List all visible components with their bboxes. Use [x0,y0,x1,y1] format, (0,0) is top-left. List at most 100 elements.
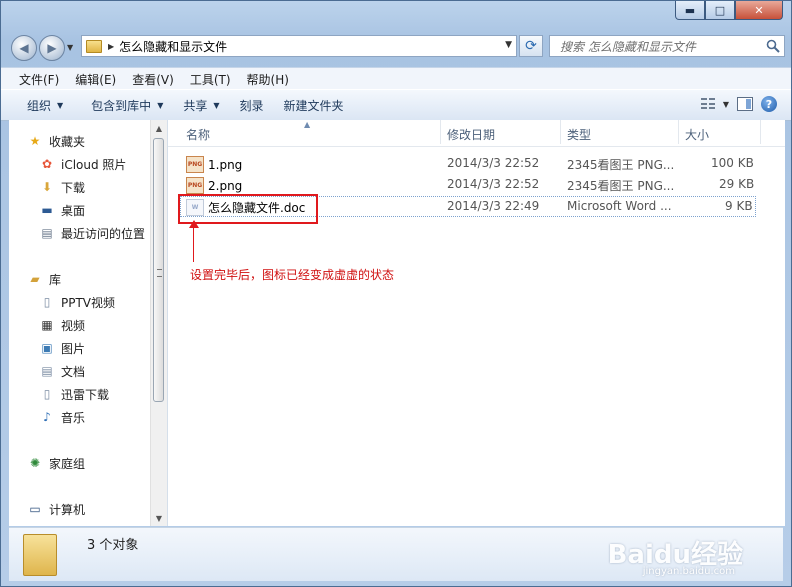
address-bar[interactable]: ▶ 怎么隐藏和显示文件 ▼ [81,35,517,57]
status-item-count: 3 个对象 [87,538,139,553]
share-label: 共享 [183,98,208,113]
preview-pane-icon[interactable] [737,97,753,111]
file-name-cell[interactable]: PNG 2.png [186,177,242,194]
menu-edit[interactable]: 编辑(E) [67,71,124,88]
organize-label: 组织 [27,98,52,113]
nav-libraries-label: 库 [49,272,62,287]
file-size: 29 KB [719,177,755,191]
column-date[interactable]: 修改日期 [447,126,495,143]
nav-libraries[interactable]: ▰ 库 [27,269,61,289]
nav-thunder-downloads-label: 迅雷下载 [61,387,110,402]
icloud-photos-icon: ✿ [41,157,53,171]
address-dropdown-icon[interactable]: ▼ [505,40,512,50]
column-name[interactable]: 名称 [186,126,210,143]
chevron-down-icon[interactable]: ▼ [723,100,729,109]
column-divider[interactable] [560,120,561,144]
chevron-down-icon: ▼ [213,100,220,110]
organize-button[interactable]: 组织 ▼ [17,97,73,114]
download-folder-icon: ⬇ [41,180,53,194]
nav-music[interactable]: ♪ 音乐 [39,407,85,427]
breadcrumb-arrow-icon[interactable]: ▶ [108,42,114,51]
file-type: Microsoft Word ... [567,199,672,213]
nav-desktop-label: 桌面 [61,203,86,218]
include-in-library-button[interactable]: 包含到库中 ▼ [81,97,173,114]
file-name: 2.png [208,178,243,193]
nav-documents-label: 文档 [61,364,86,379]
column-size[interactable]: 大小 [685,126,709,143]
nav-scrollbar[interactable]: ▲ ▼ [150,120,167,526]
scroll-up-icon[interactable]: ▲ [151,120,167,136]
homegroup-icon: ✺ [29,456,41,470]
explorer-window: ▬ □ ✕ ◀ ▶ ▼ ▶ 怎么隐藏和显示文件 ▼ ⟳ 搜索 怎么隐藏和显示文件… [0,0,792,587]
menu-help[interactable]: 帮助(H) [239,71,297,88]
menu-tools[interactable]: 工具(T) [182,71,239,88]
search-placeholder: 搜索 怎么隐藏和显示文件 [560,39,696,54]
nav-music-label: 音乐 [61,410,86,425]
nav-homegroup[interactable]: ✺ 家庭组 [27,453,85,473]
back-button[interactable]: ◀ [11,35,37,61]
maximize-button[interactable]: □ [705,1,735,20]
nav-documents[interactable]: ▤ 文档 [39,361,85,381]
nav-recent-places[interactable]: ▤ 最近访问的位置 [39,223,145,243]
file-name-cell[interactable]: PNG 1.png [186,156,242,173]
include-in-library-label: 包含到库中 [91,98,152,113]
close-icon: ✕ [754,3,764,17]
back-arrow-icon: ◀ [19,41,29,55]
nav-icloud-photos-label: iCloud 照片 [61,157,127,172]
folder-icon [23,534,57,576]
file-date: 2014/3/3 22:52 [447,156,540,170]
desktop-icon: ▬ [41,203,53,217]
burn-button[interactable]: 刻录 [230,97,274,114]
png-file-icon: PNG [186,156,204,173]
scrollbar-thumb[interactable] [153,138,164,402]
column-type[interactable]: 类型 [567,126,591,143]
chevron-down-icon: ▼ [157,100,164,110]
table-row[interactable]: PNG 1.png 2014/3/3 22:52 2345看图王 PNG... 1… [180,153,756,174]
film-icon: ▦ [41,318,53,332]
computer-icon: ▭ [29,502,41,516]
forward-button[interactable]: ▶ [39,35,65,61]
minimize-button[interactable]: ▬ [675,1,705,20]
nav-downloads[interactable]: ⬇ 下载 [39,177,85,197]
nav-recent-places-label: 最近访问的位置 [61,226,146,241]
file-type: 2345看图王 PNG... [567,158,675,172]
recent-pages-dropdown[interactable]: ▼ [67,43,73,52]
close-button[interactable]: ✕ [735,1,783,20]
sort-ascending-icon: ▲ [304,120,311,129]
column-divider[interactable] [760,120,761,144]
column-header: ▲ 名称 修改日期 类型 大小 [168,120,785,147]
document-icon: ▤ [41,364,53,378]
scroll-down-icon[interactable]: ▼ [151,510,167,526]
nav-pictures[interactable]: ▣ 图片 [39,338,85,358]
annotation-text: 设置完毕后，图标已经变成虚虚的状态 [190,268,395,282]
column-divider[interactable] [678,120,679,144]
nav-icloud-photos[interactable]: ✿ iCloud 照片 [39,154,126,174]
nav-thunder-downloads[interactable]: ▯ 迅雷下载 [39,384,109,404]
nav-favorites-label: 收藏夹 [49,134,86,149]
refresh-button[interactable]: ⟳ [519,35,543,57]
nav-desktop[interactable]: ▬ 桌面 [39,200,85,220]
recent-places-icon: ▤ [41,226,53,240]
status-bar: 3 个对象 Baidu经验 jingyan.baidu.com [9,527,783,581]
menu-file[interactable]: 文件(F) [11,71,67,88]
nav-pptv-video[interactable]: ▯ PPTV视频 [39,292,115,312]
share-button[interactable]: 共享 ▼ [173,97,229,114]
grip-icon [157,269,162,277]
annotation-arrow-icon [189,220,199,228]
nav-homegroup-label: 家庭组 [49,456,86,471]
menu-view[interactable]: 查看(V) [124,71,182,88]
view-options-icon[interactable] [700,98,715,110]
new-folder-button[interactable]: 新建文件夹 [274,97,354,114]
maximize-icon: □ [714,3,726,17]
search-input[interactable]: 搜索 怎么隐藏和显示文件 [549,35,785,57]
help-icon[interactable]: ? [761,96,777,112]
address-row: ◀ ▶ ▼ ▶ 怎么隐藏和显示文件 ▼ ⟳ 搜索 怎么隐藏和显示文件 [9,33,785,61]
nav-videos[interactable]: ▦ 视频 [39,315,85,335]
file-size: 9 KB [725,199,753,213]
address-path[interactable]: 怎么隐藏和显示文件 [119,38,227,55]
search-icon[interactable] [766,39,780,53]
nav-computer[interactable]: ▭ 计算机 [27,499,85,519]
column-divider[interactable] [440,120,441,144]
table-row[interactable]: PNG 2.png 2014/3/3 22:52 2345看图王 PNG... 2… [180,174,756,195]
nav-favorites[interactable]: ★ 收藏夹 [27,131,85,151]
